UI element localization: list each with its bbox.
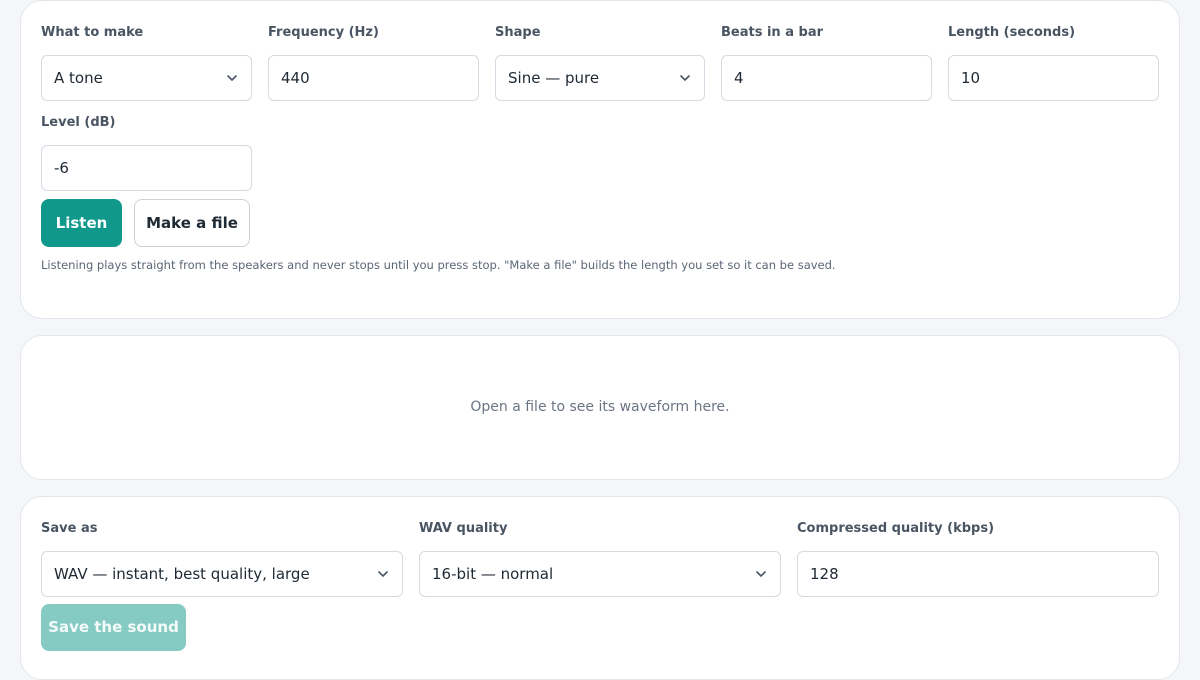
- level-value: -6: [54, 159, 69, 177]
- compressed-quality-field: Compressed quality (kbps) 128: [797, 521, 1159, 597]
- make-file-button[interactable]: Make a file: [134, 199, 250, 247]
- save-as-select[interactable]: WAV — instant, best quality, large: [41, 551, 403, 597]
- shape-field: Shape Sine — pure: [495, 25, 705, 101]
- what-to-make-select[interactable]: A tone: [41, 55, 252, 101]
- save-as-value: WAV — instant, best quality, large: [54, 565, 310, 583]
- shape-select[interactable]: Sine — pure: [495, 55, 705, 101]
- what-to-make-field: What to make A tone: [41, 25, 252, 101]
- length-value: 10: [961, 69, 981, 87]
- wav-quality-value: 16-bit — normal: [432, 565, 554, 583]
- compressed-quality-value: 128: [810, 565, 839, 583]
- level-field: Level (dB) -6: [41, 115, 252, 191]
- listen-button[interactable]: Listen: [41, 199, 122, 247]
- save-as-field: Save as WAV — instant, best quality, lar…: [41, 521, 403, 597]
- level-label: Level (dB): [41, 115, 116, 130]
- beats-label: Beats in a bar: [721, 25, 824, 40]
- frequency-value: 440: [281, 69, 310, 87]
- what-to-make-value: A tone: [54, 69, 103, 87]
- chevron-down-icon: [756, 571, 766, 577]
- save-as-label: Save as: [41, 521, 98, 536]
- generator-hint: Listening plays straight from the speake…: [41, 258, 836, 272]
- level-input[interactable]: -6: [41, 145, 252, 191]
- save-sound-button[interactable]: Save the sound: [41, 604, 186, 651]
- frequency-field: Frequency (Hz) 440: [268, 25, 479, 101]
- wav-quality-select[interactable]: 16-bit — normal: [419, 551, 781, 597]
- shape-label: Shape: [495, 25, 541, 40]
- compressed-quality-label: Compressed quality (kbps): [797, 521, 995, 536]
- what-to-make-label: What to make: [41, 25, 144, 40]
- shape-value: Sine — pure: [508, 69, 600, 87]
- wav-quality-field: WAV quality 16-bit — normal: [419, 521, 781, 597]
- beats-value: 4: [734, 69, 744, 87]
- generator-panel: What to make A tone Frequency (Hz) 440 S…: [20, 0, 1180, 319]
- frequency-input[interactable]: 440: [268, 55, 479, 101]
- chevron-down-icon: [378, 571, 388, 577]
- beats-field: Beats in a bar 4: [721, 25, 932, 101]
- length-input[interactable]: 10: [948, 55, 1159, 101]
- length-field: Length (seconds) 10: [948, 25, 1159, 101]
- chevron-down-icon: [227, 75, 237, 81]
- export-panel: Save as WAV — instant, best quality, lar…: [20, 496, 1180, 680]
- beats-input[interactable]: 4: [721, 55, 932, 101]
- compressed-quality-input[interactable]: 128: [797, 551, 1159, 597]
- waveform-panel: Open a file to see its waveform here.: [20, 335, 1180, 480]
- frequency-label: Frequency (Hz): [268, 25, 379, 40]
- waveform-empty-message: Open a file to see its waveform here.: [470, 399, 730, 415]
- chevron-down-icon: [680, 75, 690, 81]
- length-label: Length (seconds): [948, 25, 1076, 40]
- wav-quality-label: WAV quality: [419, 521, 508, 536]
